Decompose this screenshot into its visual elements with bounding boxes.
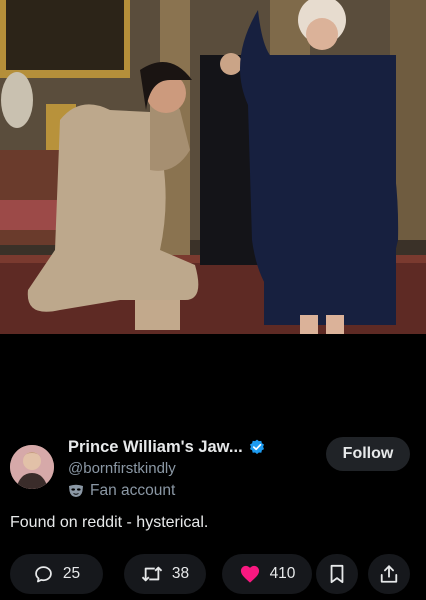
reply-button[interactable]: 25 — [10, 554, 103, 594]
bookmark-button[interactable] — [316, 554, 358, 594]
like-button[interactable]: 410 — [222, 554, 312, 594]
like-count: 410 — [269, 565, 296, 582]
speech-bubble-icon — [35, 565, 52, 582]
post-image-illustration — [0, 0, 426, 334]
author-name-row: Prince William's Jaw... — [68, 437, 308, 457]
account-label-row: Fan account — [68, 481, 308, 500]
heart-icon — [240, 565, 259, 583]
author-meta: Prince William's Jaw... @bornfirstkindly… — [68, 437, 308, 500]
repost-button[interactable]: 38 — [124, 554, 206, 594]
bookmark-icon — [330, 564, 344, 584]
post-text: Found on reddit - hysterical. — [10, 514, 209, 531]
reply-count: 25 — [62, 565, 81, 582]
avatar[interactable] — [10, 445, 54, 489]
post-actions: 25 38 410 — [10, 554, 416, 596]
repost-icon — [141, 566, 163, 582]
author-name[interactable]: Prince William's Jaw... — [68, 438, 243, 457]
share-icon — [380, 565, 398, 583]
follow-button[interactable]: Follow — [326, 437, 410, 471]
author-handle[interactable]: @bornfirstkindly — [68, 460, 308, 478]
avatar-image — [10, 445, 54, 489]
post-author: Prince William's Jaw... @bornfirstkindly… — [10, 437, 416, 500]
mask-icon — [68, 484, 84, 498]
verified-badge-icon — [249, 439, 265, 455]
share-button[interactable] — [368, 554, 410, 594]
post-image[interactable] — [0, 0, 426, 334]
account-label: Fan account — [90, 481, 176, 499]
repost-count: 38 — [171, 565, 190, 582]
